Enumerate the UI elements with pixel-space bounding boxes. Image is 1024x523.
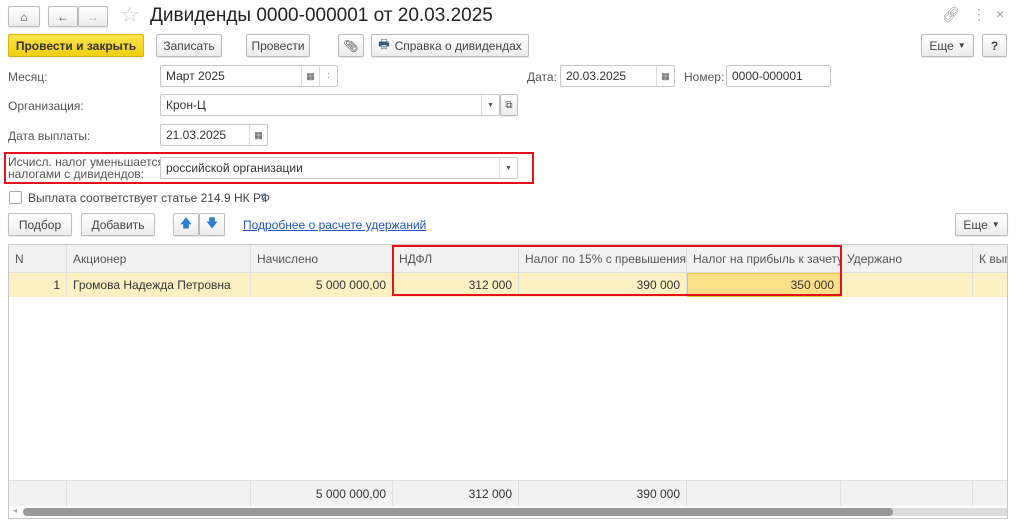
scroll-left-icon[interactable]: ◂ <box>13 506 17 515</box>
date-label: Дата: <box>527 70 557 84</box>
payment-date-label: Дата выплаты: <box>8 129 91 143</box>
help-button[interactable]: ? <box>982 34 1007 57</box>
total-cell <box>687 481 841 506</box>
cell-withheld[interactable] <box>841 273 973 297</box>
help-link[interactable]: ? <box>260 191 267 205</box>
horizontal-scrollbar[interactable]: ◂ ▸ <box>9 506 1007 518</box>
cell-accrued[interactable]: 5 000 000,00 <box>251 273 393 297</box>
move-up-button[interactable]: 🡅 <box>173 213 199 236</box>
close-icon[interactable]: × <box>996 6 1004 22</box>
open-organization-button[interactable]: ⧉ <box>500 94 518 116</box>
printer-icon: 🖶 <box>378 37 390 51</box>
calendar-icon[interactable]: ▦ <box>301 66 319 86</box>
link-icon[interactable]: 🔗︎ <box>942 6 960 23</box>
home-icon: ⌂ <box>20 9 28 24</box>
post-and-close-button[interactable]: Провести и закрыть <box>8 34 144 57</box>
dropdown-icon[interactable]: ▼ <box>481 95 499 115</box>
back-button[interactable]: ← <box>48 6 78 27</box>
highlight-box <box>392 245 842 296</box>
select-button[interactable]: Подбор <box>8 213 72 236</box>
cell-n[interactable]: 1 <box>9 273 67 297</box>
dividend-report-button[interactable]: 🖶 Справка о дивидендах <box>371 34 529 57</box>
tax-reduce-label: Исчисл. налог уменьшается налогами с диви… <box>8 155 165 181</box>
number-label: Номер: <box>684 70 725 84</box>
move-down-button[interactable]: 🡇 <box>199 213 225 236</box>
arrow-down-icon: 🡇 <box>205 216 219 230</box>
save-button[interactable]: Записать <box>156 34 222 57</box>
total-tax-15: 390 000 <box>519 481 687 506</box>
arrow-right-icon: → <box>87 9 99 24</box>
attach-button[interactable]: 📎︎ <box>338 34 364 57</box>
total-ndfl: 312 000 <box>393 481 519 506</box>
tax-reduce-select[interactable]: российской организации ▼ <box>160 157 518 179</box>
page-title: Дивиденды 0000-000001 от 20.03.2025 <box>150 5 493 26</box>
calendar-icon[interactable]: ▦ <box>656 66 674 86</box>
more-button[interactable]: Еще ▼ <box>921 34 974 57</box>
cell-shareholder[interactable]: Громова Надежда Петровна <box>67 273 251 297</box>
table-more-button[interactable]: Еще ▼ <box>955 213 1008 236</box>
dropdown-icon[interactable]: ▼ <box>499 158 517 178</box>
organization-input[interactable]: Крон-Ц ▼ <box>160 94 500 116</box>
month-label: Месяц: <box>8 70 48 84</box>
forward-button[interactable]: → <box>78 6 108 27</box>
article-214-9-checkbox[interactable] <box>9 191 22 204</box>
column-header[interactable]: К вып <box>973 245 1007 272</box>
arrow-left-icon: ← <box>57 9 69 24</box>
column-header[interactable]: Начислено <box>251 245 393 272</box>
deductions-details-link[interactable]: Подробнее о расчете удержаний <box>243 218 426 232</box>
spin-icon[interactable]: ⁚ <box>319 66 337 86</box>
post-button[interactable]: Провести <box>246 34 310 57</box>
cell-to-pay[interactable] <box>973 273 1007 297</box>
dropdown-arrow-icon: ▼ <box>991 220 1000 229</box>
table-footer: 5 000 000,00 312 000 390 000 <box>9 480 1007 506</box>
home-button[interactable]: ⌂ <box>8 6 40 27</box>
column-header[interactable]: Акционер <box>67 245 251 272</box>
total-cell <box>973 481 1007 506</box>
dropdown-arrow-icon: ▼ <box>957 41 966 50</box>
number-input[interactable]: 0000-000001 <box>726 65 831 87</box>
total-accrued: 5 000 000,00 <box>251 481 393 506</box>
favorite-star-icon[interactable]: ☆ <box>120 2 140 28</box>
total-cell <box>9 481 67 506</box>
organization-label: Организация: <box>8 99 84 113</box>
column-header[interactable]: Удержано <box>841 245 973 272</box>
article-214-9-label: Выплата соответствует статье 214.9 НК РФ <box>28 191 270 205</box>
calendar-icon[interactable]: ▦ <box>249 125 267 145</box>
paperclip-icon: 📎︎ <box>343 38 359 53</box>
total-cell <box>841 481 973 506</box>
scrollbar-thumb[interactable] <box>23 508 893 516</box>
more-vert-icon[interactable]: ⋮ <box>972 6 986 23</box>
month-input[interactable]: Март 2025 ▦ ⁚ <box>160 65 338 87</box>
total-cell <box>67 481 251 506</box>
date-input[interactable]: 20.03.2025 ▦ <box>560 65 675 87</box>
open-icon: ⧉ <box>505 99 513 111</box>
payment-date-input[interactable]: 21.03.2025 ▦ <box>160 124 268 146</box>
arrow-up-icon: 🡅 <box>179 216 193 230</box>
add-button[interactable]: Добавить <box>81 213 155 236</box>
column-header[interactable]: N <box>9 245 67 272</box>
